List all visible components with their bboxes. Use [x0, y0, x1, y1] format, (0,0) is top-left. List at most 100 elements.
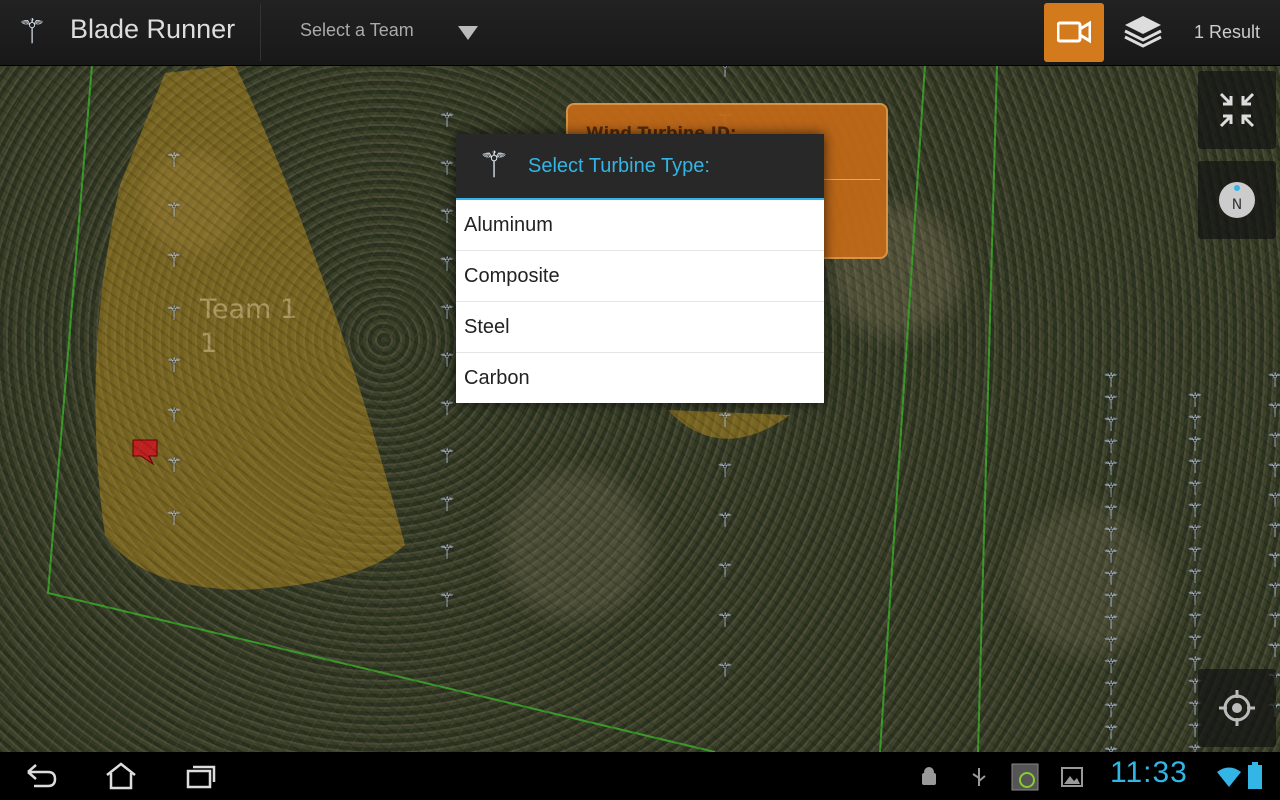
option-composite[interactable]: Composite [456, 251, 824, 302]
turbine-marker[interactable]: ⚚ [438, 446, 456, 466]
android-debug-icon [922, 767, 936, 785]
boundary-line-right [977, 65, 998, 752]
turbine-marker[interactable]: ⚚ [1266, 490, 1280, 510]
turbine-marker[interactable]: ⚚ [165, 405, 183, 425]
turbine-marker[interactable]: ⚚ [438, 398, 456, 418]
option-aluminum[interactable]: Aluminum [456, 200, 824, 251]
collapse-map-button[interactable] [1198, 71, 1276, 149]
turbine-marker[interactable]: ⚚ [1186, 588, 1204, 608]
turbine-marker[interactable]: ⚚ [438, 302, 456, 322]
turbine-marker[interactable]: ⚚ [1186, 522, 1204, 542]
option-carbon[interactable]: Carbon [456, 353, 824, 403]
turbine-marker[interactable]: ⚚ [1266, 370, 1280, 390]
turbine-marker[interactable]: ⚚ [438, 542, 456, 562]
turbine-marker[interactable]: ⚚ [1102, 546, 1120, 566]
video-button[interactable] [1044, 3, 1104, 62]
back-icon[interactable] [24, 762, 58, 790]
turbine-marker[interactable]: ⚚ [438, 254, 456, 274]
turbine-marker[interactable]: ⚚ [1102, 436, 1120, 456]
turbine-marker[interactable]: ⚚ [1186, 500, 1204, 520]
turbine-marker[interactable]: ⚚ [438, 206, 456, 226]
my-location-button[interactable] [1198, 669, 1276, 747]
turbine-marker[interactable]: ⚚ [716, 610, 734, 630]
turbine-marker[interactable]: ⚚ [1266, 400, 1280, 420]
turbine-marker[interactable]: ⚚ [1102, 568, 1120, 588]
turbine-marker[interactable]: ⚚ [1102, 370, 1120, 390]
turbine-marker[interactable]: ⚚ [165, 355, 183, 375]
team-select-dropdown[interactable]: Select a Team [300, 20, 414, 41]
turbine-marker[interactable]: ⚚ [165, 303, 183, 323]
turbine-marker[interactable]: ⚚ [1266, 520, 1280, 540]
system-navigation-bar: 11:33 [0, 752, 1280, 800]
turbine-marker[interactable]: ⚚ [1266, 550, 1280, 570]
turbine-marker[interactable]: ⚚ [716, 660, 734, 680]
battery-icon [1248, 762, 1262, 789]
turbine-marker[interactable]: ⚚ [716, 410, 734, 430]
status-clock: 11:33 [1110, 756, 1188, 789]
wind-turbine-icon[interactable]: ⚚ [12, 10, 52, 54]
svg-text:N: N [1232, 197, 1242, 213]
turbine-marker[interactable]: ⚚ [1186, 390, 1204, 410]
turbine-marker[interactable]: ⚚ [1102, 392, 1120, 412]
turbine-marker[interactable]: ⚚ [1266, 610, 1280, 630]
recent-apps-icon[interactable] [184, 762, 218, 790]
turbine-marker[interactable]: ⚚ [165, 150, 183, 170]
turbine-marker[interactable]: ⚚ [165, 455, 183, 475]
turbine-marker[interactable]: ⚚ [1102, 458, 1120, 478]
chevron-down-icon[interactable] [458, 26, 478, 40]
turbine-marker[interactable]: ⚚ [1186, 456, 1204, 476]
turbine-marker[interactable]: ⚚ [1266, 460, 1280, 480]
turbine-marker[interactable]: ⚚ [438, 494, 456, 514]
turbine-marker[interactable]: ⚚ [1102, 502, 1120, 522]
compass-button[interactable]: N [1198, 161, 1276, 239]
turbine-marker[interactable]: ⚚ [1186, 434, 1204, 454]
usb-icon [972, 768, 986, 786]
turbine-marker[interactable]: ⚚ [165, 200, 183, 220]
turbine-marker[interactable]: ⚚ [165, 250, 183, 270]
turbine-marker[interactable]: ⚚ [1186, 412, 1204, 432]
turbine-marker[interactable]: ⚚ [1102, 700, 1120, 720]
turbine-marker[interactable]: ⚚ [1102, 590, 1120, 610]
turbine-marker[interactable]: ⚚ [438, 110, 456, 130]
result-count: 1 Result [1194, 22, 1261, 42]
turbine-marker[interactable]: ⚚ [1102, 612, 1120, 632]
turbine-marker[interactable]: ⚚ [1102, 722, 1120, 742]
turbine-marker[interactable]: ⚚ [1186, 544, 1204, 564]
turbine-marker[interactable]: ⚚ [1102, 678, 1120, 698]
turbine-marker[interactable]: ⚚ [1186, 478, 1204, 498]
home-icon[interactable] [104, 762, 138, 790]
layers-button[interactable] [1118, 10, 1168, 56]
dialog-title: Select Turbine Type: [528, 155, 710, 177]
option-steel[interactable]: Steel [456, 302, 824, 353]
turbine-marker[interactable]: ⚚ [716, 65, 734, 80]
turbine-marker[interactable]: ⚚ [438, 158, 456, 178]
action-bar: ⚚ Blade Runner Select a Team 1 Result [0, 0, 1280, 66]
turbine-marker[interactable]: ⚚ [1266, 430, 1280, 450]
turbine-marker[interactable]: ⚚ [716, 510, 734, 530]
video-camera-icon [1057, 20, 1091, 44]
gallery-icon [1061, 767, 1083, 787]
dialog-header: ⚚ Select Turbine Type: [456, 134, 824, 200]
turbine-marker[interactable]: ⚚ [1186, 566, 1204, 586]
team-label-name: Team 1 [200, 294, 298, 325]
turbine-marker[interactable]: ⚚ [438, 350, 456, 370]
turbine-marker[interactable]: ⚚ [1102, 634, 1120, 654]
turbine-marker[interactable]: ⚚ [1266, 580, 1280, 600]
turbine-marker[interactable]: ⚚ [438, 590, 456, 610]
turbine-marker[interactable]: ⚚ [1266, 640, 1280, 660]
turbine-marker[interactable]: ⚚ [1102, 414, 1120, 434]
wind-turbine-icon: ⚚ [477, 145, 511, 186]
turbine-marker[interactable]: ⚚ [1102, 656, 1120, 676]
team-label-number: 1 [200, 328, 218, 359]
team-label: Team 1 1 [200, 293, 297, 361]
layers-icon [1124, 16, 1162, 48]
turbine-marker[interactable]: ⚚ [1186, 610, 1204, 630]
turbine-marker[interactable]: ⚚ [716, 560, 734, 580]
turbine-marker[interactable]: ⚚ [1102, 524, 1120, 544]
turbine-marker[interactable]: ⚚ [1102, 480, 1120, 500]
turbine-marker[interactable]: ⚚ [1102, 744, 1120, 752]
screenshot-icon [1011, 763, 1039, 791]
turbine-marker[interactable]: ⚚ [1186, 632, 1204, 652]
turbine-marker[interactable]: ⚚ [716, 460, 734, 480]
turbine-marker[interactable]: ⚚ [165, 508, 183, 528]
